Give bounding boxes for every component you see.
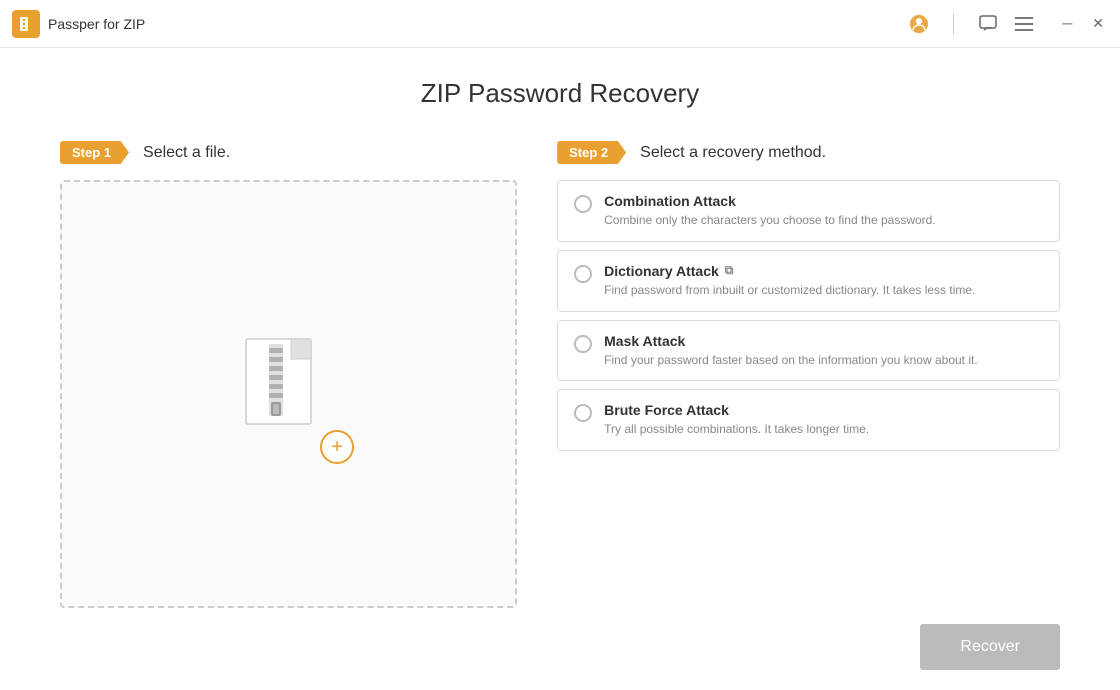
page-title: ZIP Password Recovery xyxy=(60,78,1060,109)
method-dictionary-info: Dictionary Attack ⧉ Find password from i… xyxy=(604,263,975,299)
method-mask-title: Mask Attack xyxy=(604,333,978,349)
step2-section: Step 2 Select a recovery method. Combina… xyxy=(557,141,1060,608)
minimize-button[interactable]: ─ xyxy=(1058,13,1076,34)
step2-header: Step 2 Select a recovery method. xyxy=(557,141,1060,164)
close-button[interactable]: ✕ xyxy=(1088,13,1108,34)
zip-file-icon: + xyxy=(241,334,336,454)
radio-dictionary[interactable] xyxy=(574,265,592,283)
method-combination-desc: Combine only the characters you choose t… xyxy=(604,212,936,229)
method-dictionary[interactable]: Dictionary Attack ⧉ Find password from i… xyxy=(557,250,1060,312)
menu-icon[interactable] xyxy=(1014,14,1034,34)
title-bar: Passper for ZIP ─ xyxy=(0,0,1120,48)
method-combination-info: Combination Attack Combine only the char… xyxy=(604,193,936,229)
method-mask-info: Mask Attack Find your password faster ba… xyxy=(604,333,978,369)
radio-combination[interactable] xyxy=(574,195,592,213)
radio-brute-force[interactable] xyxy=(574,404,592,422)
method-brute-force[interactable]: Brute Force Attack Try all possible comb… xyxy=(557,389,1060,451)
method-combination[interactable]: Combination Attack Combine only the char… xyxy=(557,180,1060,242)
step1-description: Select a file. xyxy=(143,144,230,162)
user-icon[interactable] xyxy=(909,14,929,34)
step1-badge: Step 1 xyxy=(60,141,129,164)
step1-header: Step 1 Select a file. xyxy=(60,141,517,164)
method-brute-force-title: Brute Force Attack xyxy=(604,402,869,418)
radio-mask[interactable] xyxy=(574,335,592,353)
zip-file-svg xyxy=(241,334,336,454)
method-dictionary-title: Dictionary Attack ⧉ xyxy=(604,263,975,279)
main-content: ZIP Password Recovery Step 1 Select a fi… xyxy=(0,48,1120,690)
method-dictionary-desc: Find password from inbuilt or customized… xyxy=(604,282,975,299)
divider xyxy=(953,14,954,34)
dictionary-external-icon: ⧉ xyxy=(725,263,734,278)
method-brute-force-desc: Try all possible combinations. It takes … xyxy=(604,421,869,438)
step2-description: Select a recovery method. xyxy=(640,144,826,162)
bottom-bar: Recover xyxy=(60,608,1060,670)
title-controls: ─ ✕ xyxy=(909,13,1108,34)
app-icon xyxy=(12,10,40,38)
file-drop-area[interactable]: + xyxy=(60,180,517,608)
steps-container: Step 1 Select a file. xyxy=(60,141,1060,608)
method-mask-desc: Find your password faster based on the i… xyxy=(604,352,978,369)
step2-badge: Step 2 xyxy=(557,141,626,164)
app-title: Passper for ZIP xyxy=(48,16,909,32)
chat-icon[interactable] xyxy=(978,14,998,34)
step1-section: Step 1 Select a file. xyxy=(60,141,517,608)
method-brute-force-info: Brute Force Attack Try all possible comb… xyxy=(604,402,869,438)
recover-button[interactable]: Recover xyxy=(920,624,1060,670)
method-mask[interactable]: Mask Attack Find your password faster ba… xyxy=(557,320,1060,382)
method-combination-title: Combination Attack xyxy=(604,193,936,209)
methods-list: Combination Attack Combine only the char… xyxy=(557,180,1060,451)
window-controls: ─ ✕ xyxy=(1058,13,1108,34)
add-file-button[interactable]: + xyxy=(320,430,354,464)
